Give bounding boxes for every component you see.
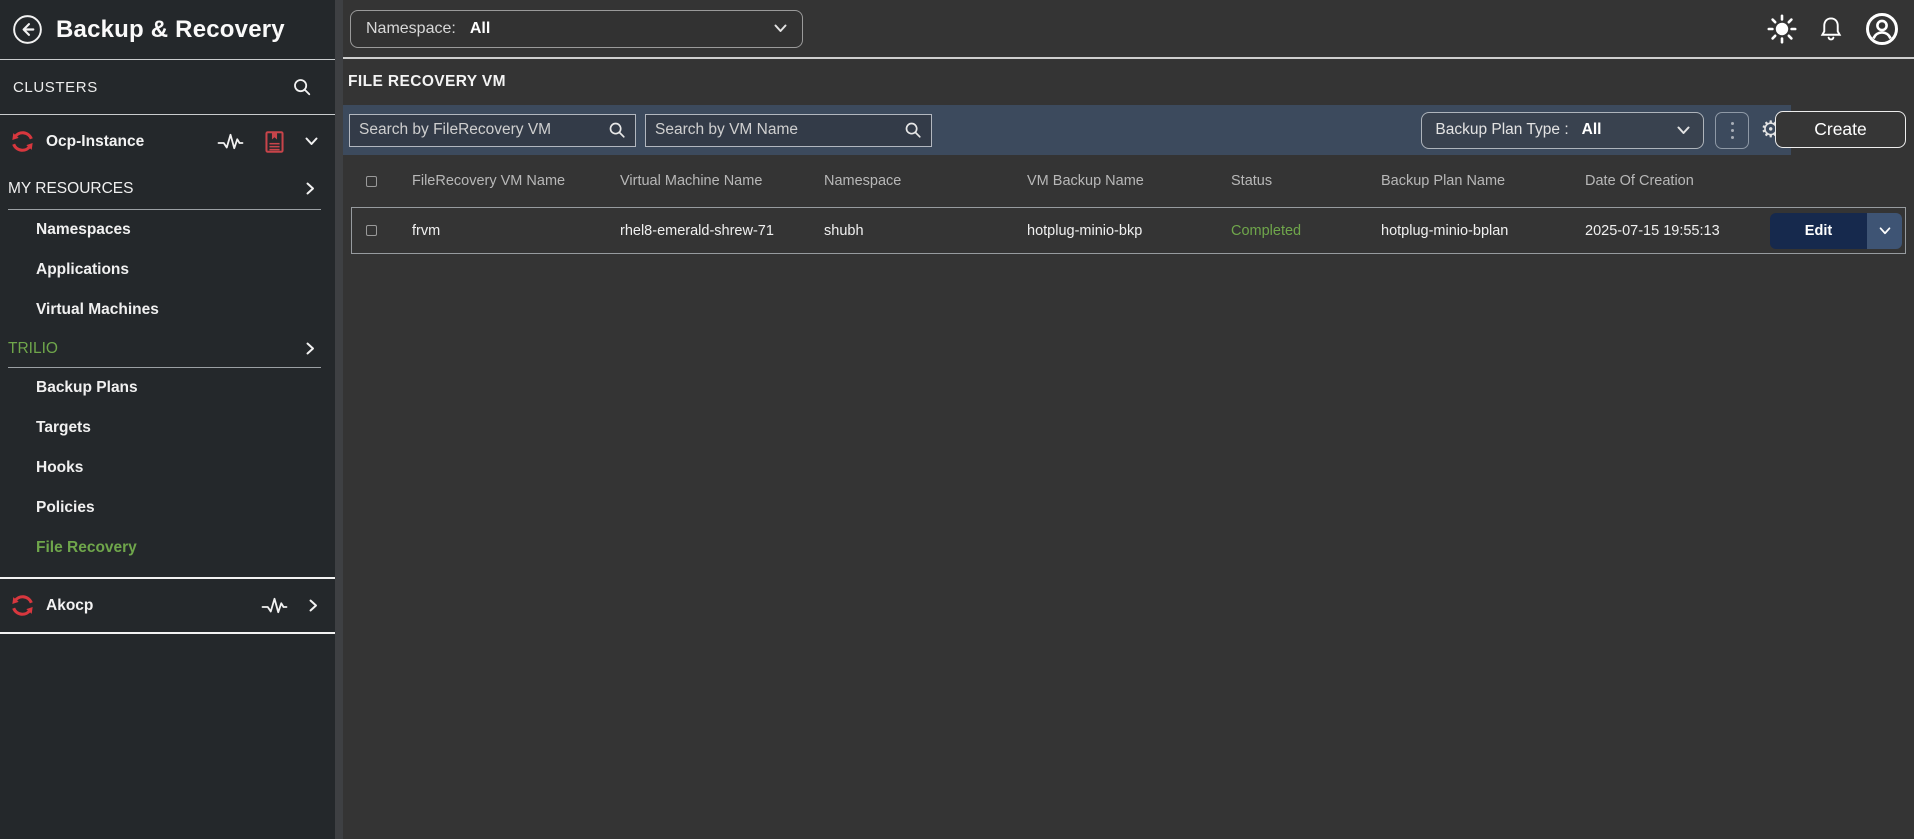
column-header-virtual-machine-name: Virtual Machine Name bbox=[612, 173, 816, 189]
cell-date-of-creation: 2025-07-15 19:55:13 bbox=[1577, 223, 1767, 239]
sidebar-item-hooks[interactable]: Hooks bbox=[0, 448, 335, 488]
column-header-backup-plan-name: Backup Plan Name bbox=[1373, 173, 1577, 189]
sidebar-item-label: Policies bbox=[36, 499, 95, 517]
namespace-label: Namespace: bbox=[366, 20, 456, 38]
sidebar: Backup & Recovery CLUSTERS Ocp-Insta bbox=[0, 0, 335, 839]
sidebar-divider-strip bbox=[335, 0, 343, 839]
namespace-dropdown[interactable]: Namespace: All bbox=[350, 10, 803, 48]
cluster-report-icon[interactable] bbox=[265, 131, 284, 153]
cluster-health-pulse-icon[interactable] bbox=[217, 131, 244, 152]
cell-namespace: shubh bbox=[816, 223, 1019, 239]
my-resources-label: MY RESOURCES bbox=[8, 180, 133, 198]
cluster-search-icon[interactable] bbox=[292, 77, 312, 97]
divider bbox=[0, 632, 335, 634]
table-row: frvm rhel8-emerald-shrew-71 shubh hotplu… bbox=[352, 208, 1905, 253]
cluster-row-akocp[interactable]: Akocp bbox=[0, 579, 335, 632]
select-all-checkbox[interactable] bbox=[366, 176, 377, 187]
column-header-filerecovery-vm-name: FileRecovery VM Name bbox=[404, 173, 612, 189]
sidebar-header: Backup & Recovery bbox=[0, 0, 335, 60]
edit-button[interactable]: Edit bbox=[1770, 213, 1867, 249]
column-header-namespace: Namespace bbox=[816, 173, 1019, 189]
cell-backup-plan-name: hotplug-minio-bplan bbox=[1373, 223, 1577, 239]
app-screen: Backup & Recovery CLUSTERS Ocp-Insta bbox=[0, 0, 1914, 839]
cell-virtual-machine-name: rhel8-emerald-shrew-71 bbox=[612, 223, 816, 239]
sidebar-item-label: Namespaces bbox=[36, 221, 131, 239]
sidebar-item-file-recovery[interactable]: File Recovery bbox=[0, 528, 335, 568]
create-button[interactable]: Create bbox=[1775, 111, 1906, 148]
sidebar-item-label: Applications bbox=[36, 261, 129, 279]
cluster-name: Ocp-Instance bbox=[46, 133, 144, 151]
row-checkbox[interactable] bbox=[366, 225, 377, 236]
back-icon[interactable] bbox=[12, 14, 43, 45]
more-options-kebab-button[interactable] bbox=[1715, 112, 1749, 149]
sidebar-item-backup-plans[interactable]: Backup Plans bbox=[0, 368, 335, 408]
search-vm-field bbox=[645, 114, 932, 147]
status-badge: Completed bbox=[1223, 223, 1373, 239]
cluster-row-ocp-instance[interactable]: Ocp-Instance bbox=[0, 115, 335, 168]
edit-dropdown-toggle[interactable] bbox=[1867, 213, 1902, 249]
cluster-name: Akocp bbox=[46, 597, 93, 615]
cluster-expand-chevron-right-icon[interactable] bbox=[309, 599, 318, 612]
toolbar: Backup Plan Type : All ⚙ Create bbox=[343, 105, 1914, 155]
namespace-value: All bbox=[470, 20, 490, 38]
topbar-icons bbox=[1767, 12, 1914, 46]
cluster-health-pulse-icon[interactable] bbox=[261, 595, 288, 616]
openshift-logo-icon bbox=[11, 594, 34, 617]
backup-plan-type-dropdown[interactable]: Backup Plan Type : All bbox=[1421, 112, 1704, 149]
openshift-logo-icon bbox=[11, 130, 34, 153]
page-title: FILE RECOVERY VM bbox=[343, 59, 1914, 105]
column-header-date-of-creation: Date Of Creation bbox=[1577, 173, 1767, 189]
column-header-vm-backup-name: VM Backup Name bbox=[1019, 173, 1223, 189]
sidebar-item-targets[interactable]: Targets bbox=[0, 408, 335, 448]
app-title: Backup & Recovery bbox=[56, 16, 285, 44]
cell-vm-backup-name: hotplug-minio-bkp bbox=[1019, 223, 1223, 239]
trilio-section[interactable]: TRILIO bbox=[0, 330, 335, 367]
edit-split-button: Edit bbox=[1770, 213, 1902, 249]
top-bar: Namespace: All bbox=[343, 0, 1914, 59]
sidebar-item-label: File Recovery bbox=[36, 539, 137, 557]
main-area: Namespace: All bbox=[343, 0, 1914, 839]
cluster-collapse-chevron-down-icon[interactable] bbox=[305, 137, 318, 146]
sidebar-item-applications[interactable]: Applications bbox=[0, 250, 335, 290]
notifications-bell-icon[interactable] bbox=[1820, 16, 1842, 41]
user-avatar-icon[interactable] bbox=[1865, 12, 1899, 46]
backup-plan-type-value: All bbox=[1582, 121, 1602, 139]
backup-plan-type-label: Backup Plan Type : bbox=[1435, 121, 1568, 139]
cell-filerecovery-vm-name: frvm bbox=[404, 223, 612, 239]
trilio-label: TRILIO bbox=[8, 340, 58, 358]
search-filerecovery-field bbox=[349, 114, 636, 147]
my-resources-section[interactable]: MY RESOURCES bbox=[0, 168, 335, 209]
search-vm-input[interactable] bbox=[646, 121, 904, 139]
chevron-down-icon bbox=[1677, 126, 1690, 135]
toolbar-band: Backup Plan Type : All ⚙ bbox=[343, 105, 1791, 155]
sidebar-item-policies[interactable]: Policies bbox=[0, 488, 335, 528]
my-resources-chevron-right-icon bbox=[306, 182, 315, 195]
clusters-section-header: CLUSTERS bbox=[0, 60, 335, 115]
theme-sun-icon[interactable] bbox=[1767, 14, 1797, 44]
sidebar-item-label: Backup Plans bbox=[36, 379, 138, 397]
trilio-chevron-right-icon bbox=[306, 342, 315, 355]
row-actions: Edit bbox=[1767, 213, 1905, 249]
sidebar-item-label: Virtual Machines bbox=[36, 301, 159, 319]
table-header-row: FileRecovery VM Name Virtual Machine Nam… bbox=[343, 155, 1914, 207]
sidebar-item-label: Hooks bbox=[36, 459, 83, 477]
search-icon[interactable] bbox=[608, 121, 635, 139]
table-row-container: frvm rhel8-emerald-shrew-71 shubh hotplu… bbox=[351, 207, 1906, 254]
sidebar-item-namespaces[interactable]: Namespaces bbox=[0, 210, 335, 250]
clusters-label: CLUSTERS bbox=[13, 79, 98, 96]
search-filerecovery-input[interactable] bbox=[350, 121, 608, 139]
sidebar-item-label: Targets bbox=[36, 419, 91, 437]
search-icon[interactable] bbox=[904, 121, 931, 139]
column-header-status: Status bbox=[1223, 173, 1373, 189]
chevron-down-icon bbox=[774, 24, 787, 33]
sidebar-item-virtual-machines[interactable]: Virtual Machines bbox=[0, 290, 335, 330]
